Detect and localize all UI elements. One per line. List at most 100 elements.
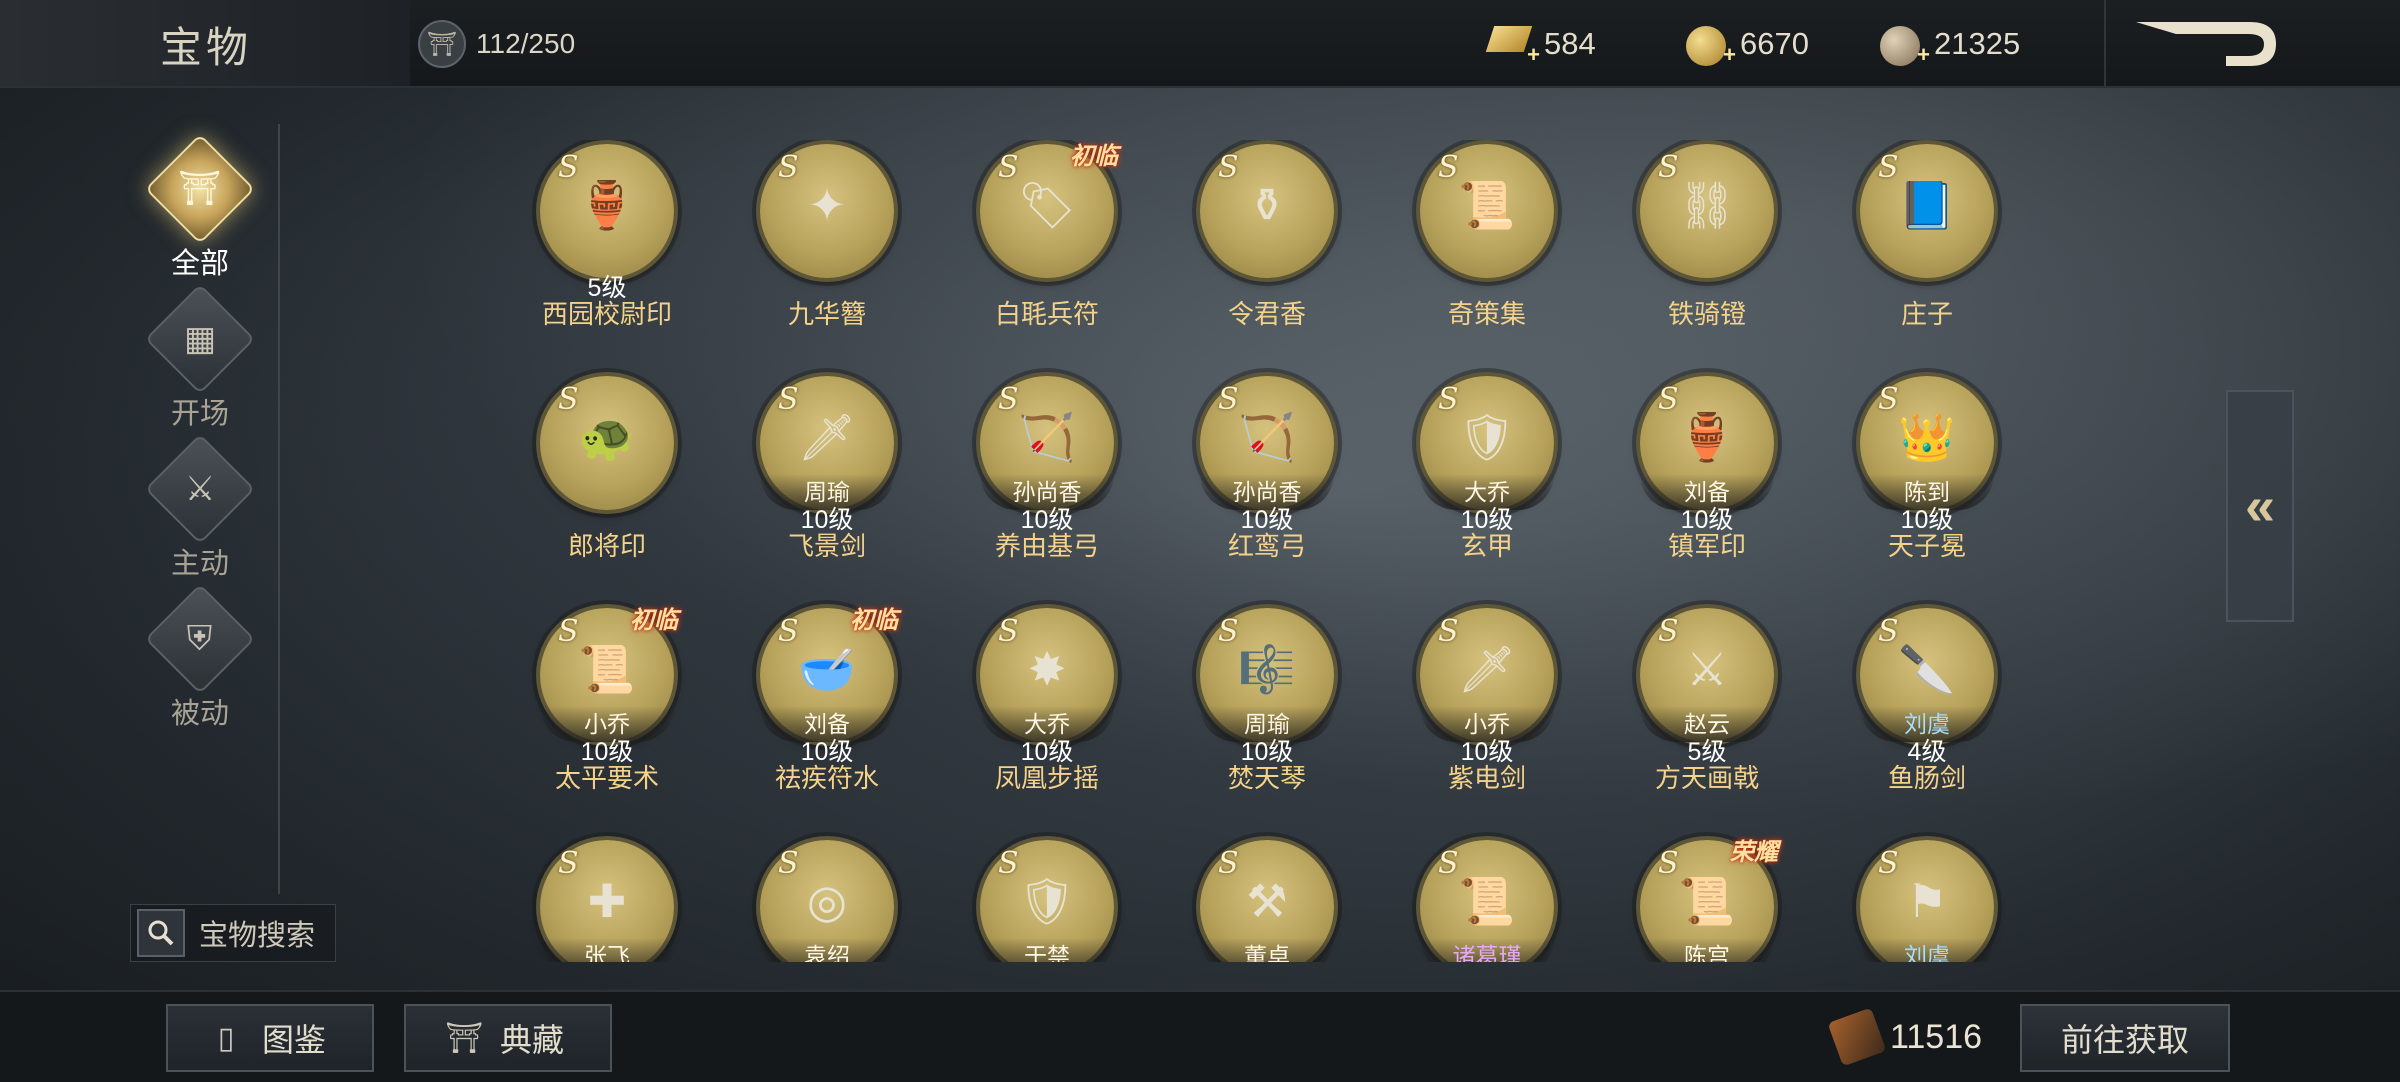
- treasure-medallion: S 🏹 孙尚香: [980, 376, 1114, 510]
- top-bar: 宝物 ⛩ 112/250 + 584 + 6670 + 21325: [0, 0, 2400, 88]
- item-name: 郎将印: [567, 531, 646, 561]
- scrolls-icon: 📜: [1458, 178, 1516, 231]
- treasure-item[interactable]: S 🏹 孙尚香 10级 红鸾弓: [1160, 376, 1360, 596]
- treasure-medallion: S 🐢: [540, 376, 674, 510]
- grade-badge: S: [558, 382, 579, 417]
- treasure-item[interactable]: S 🛡 大乔 10级 玄甲: [1380, 376, 1580, 596]
- category-all[interactable]: ⛩ 全部: [140, 133, 260, 282]
- search-icon: [137, 909, 185, 957]
- grade-badge: S: [1438, 846, 1459, 881]
- collection-button[interactable]: ⛩ 典藏: [404, 1004, 612, 1072]
- grade-badge: S: [1218, 382, 1239, 417]
- gold-coin-icon: +: [1686, 26, 1736, 67]
- treasure-medallion: S ⚑ 刘虞: [1860, 840, 1994, 962]
- fragment-counter: 11516: [1827, 1007, 1983, 1067]
- codex-button[interactable]: ▯ 图鉴: [166, 1004, 374, 1072]
- grade-badge: S: [1658, 382, 1679, 417]
- scrolls-icon: 📜: [1458, 874, 1516, 927]
- treasure-item[interactable]: S 🗡 周瑜 10级 飞景剑: [720, 376, 920, 596]
- grade-badge: S: [1218, 150, 1239, 185]
- category-passive[interactable]: ⛨ 被动: [140, 583, 260, 732]
- treasure-item[interactable]: S 🏷 初临 白毦兵符: [940, 141, 1140, 364]
- item-name: 养由基弓: [994, 531, 1099, 561]
- owner-label: 陈宫: [1640, 938, 1774, 962]
- grade-badge: S: [778, 382, 799, 417]
- treasure-fragment-icon: [1827, 1007, 1887, 1067]
- treasure-item[interactable]: S 🗡 小乔 10级 紫电剑: [1380, 608, 1580, 828]
- go-obtain-button[interactable]: 前往获取: [2020, 1004, 2230, 1072]
- fragment-count: 11516: [1890, 1017, 1983, 1056]
- treasure-item[interactable]: S 📜 奇策集: [1380, 144, 1580, 364]
- page-title: 宝物: [160, 23, 253, 72]
- item-name: 令君香: [1227, 299, 1306, 329]
- category-opening[interactable]: ▦ 开场: [140, 283, 260, 432]
- codex-label: 图鉴: [262, 1022, 327, 1058]
- grade-badge: S: [1878, 614, 1899, 649]
- collapse-panel-button[interactable]: «: [2226, 390, 2294, 622]
- gold-coin-count: 6670: [1740, 26, 1809, 61]
- treasure-item[interactable]: S 🐢 郎将印: [500, 376, 700, 596]
- grade-badge: S: [1218, 614, 1239, 649]
- item-name: 奇策集: [1447, 299, 1526, 329]
- book-icon: 📘: [1898, 178, 1956, 231]
- treasure-item[interactable]: S 📜 诸葛瑾: [1380, 840, 1580, 962]
- treasure-item[interactable]: S ⚒ 董卓: [1160, 840, 1360, 962]
- treasure-item[interactable]: S ⛓ 铁骑镫: [1600, 144, 1800, 364]
- treasure-item[interactable]: S 📜 陈宫 荣耀: [1600, 837, 1800, 962]
- grade-badge: S: [778, 846, 799, 881]
- seal-icon: 🏺: [1678, 410, 1736, 463]
- copper-coin-count: 21325: [1934, 26, 2021, 61]
- back-button[interactable]: [2130, 18, 2280, 72]
- bow-icon: 🏹: [1018, 410, 1076, 463]
- grade-badge: S: [1658, 150, 1679, 185]
- grade-badge: S: [778, 614, 799, 649]
- treasure-item[interactable]: S 🛡 于禁: [940, 840, 1140, 962]
- treasure-item[interactable]: S ⚑ 刘虞: [1820, 840, 2020, 962]
- armor-icon: 🛡: [1017, 874, 1077, 927]
- treasure-item[interactable]: S 👑 陈到 10级 天子冕: [1820, 376, 2020, 596]
- treasure-item[interactable]: S 🏺 5级 西园校尉印: [500, 144, 700, 364]
- seal-icon: 🏺: [578, 178, 636, 231]
- grade-badge: S: [998, 614, 1019, 649]
- treasure-item[interactable]: S 📘 庄子: [1820, 144, 2020, 364]
- treasure-item[interactable]: S ✚ 张飞: [500, 840, 700, 962]
- treasure-item[interactable]: S ⚱ 令君香: [1160, 144, 1360, 364]
- treasure-item[interactable]: S ⚔ 赵云 5级 方天画戟: [1600, 608, 1800, 828]
- item-name: 祛疾符水: [774, 763, 879, 793]
- treasure-item[interactable]: S 🔪 刘虞 4级 鱼肠剑: [1820, 608, 2020, 828]
- treasure-item[interactable]: S 🏹 孙尚香 10级 养由基弓: [940, 376, 1140, 596]
- treasure-item[interactable]: S ◎ 袁绍: [720, 840, 920, 962]
- collection-label: 典藏: [500, 1022, 565, 1058]
- treasure-medallion: S 🛡 大乔: [1420, 376, 1554, 510]
- treasure-search[interactable]: 宝物搜索: [130, 904, 336, 962]
- item-name: 九华簪: [787, 299, 866, 329]
- item-name: 紫电剑: [1447, 763, 1526, 793]
- grade-badge: S: [1878, 150, 1899, 185]
- treasure-item[interactable]: S 🎼 周瑜 10级 焚天琴: [1160, 608, 1360, 828]
- grade-badge: S: [998, 150, 1019, 185]
- item-name: 飞景剑: [787, 531, 866, 561]
- category-opening-label: 开场: [170, 398, 229, 430]
- item-name: 玄甲: [1460, 531, 1513, 561]
- scrolls-icon: 📜: [1678, 874, 1736, 927]
- currency-gold-coin[interactable]: + 6670: [1686, 22, 1809, 67]
- item-name: 庄子: [1900, 299, 1953, 329]
- treasure-medallion: S 🗡 小乔: [1420, 608, 1554, 742]
- owner-label: 董卓: [1200, 938, 1334, 962]
- treasure-medallion: S ⛓: [1640, 144, 1774, 278]
- grade-badge: S: [1878, 382, 1899, 417]
- currency-copper-coin[interactable]: + 21325: [1880, 22, 2021, 67]
- treasure-item[interactable]: S ✸ 大乔 10级 凤凰步摇: [940, 608, 1140, 828]
- title-panel: 宝物: [0, 0, 410, 86]
- currency-gold-ingot[interactable]: + 584: [1485, 22, 1596, 67]
- gold-ingot-icon: +: [1485, 26, 1540, 67]
- treasure-item[interactable]: S 🏺 刘备 10级 镇军印: [1600, 376, 1800, 596]
- treasure-item[interactable]: S 🥣 刘备 初临 10级 祛疾符水: [720, 605, 920, 828]
- category-active[interactable]: ⚔ 主动: [140, 433, 260, 582]
- mirror-icon: ◎: [806, 875, 848, 927]
- treasure-item[interactable]: S ✦ 九华簪: [720, 144, 920, 364]
- treasure-item[interactable]: S 📜 小乔 初临 10级 太平要术: [500, 605, 700, 828]
- treasure-medallion: S 👑 陈到: [1860, 376, 1994, 510]
- item-name: 太平要术: [554, 763, 659, 793]
- tag-badge: 荣耀: [1730, 837, 1778, 866]
